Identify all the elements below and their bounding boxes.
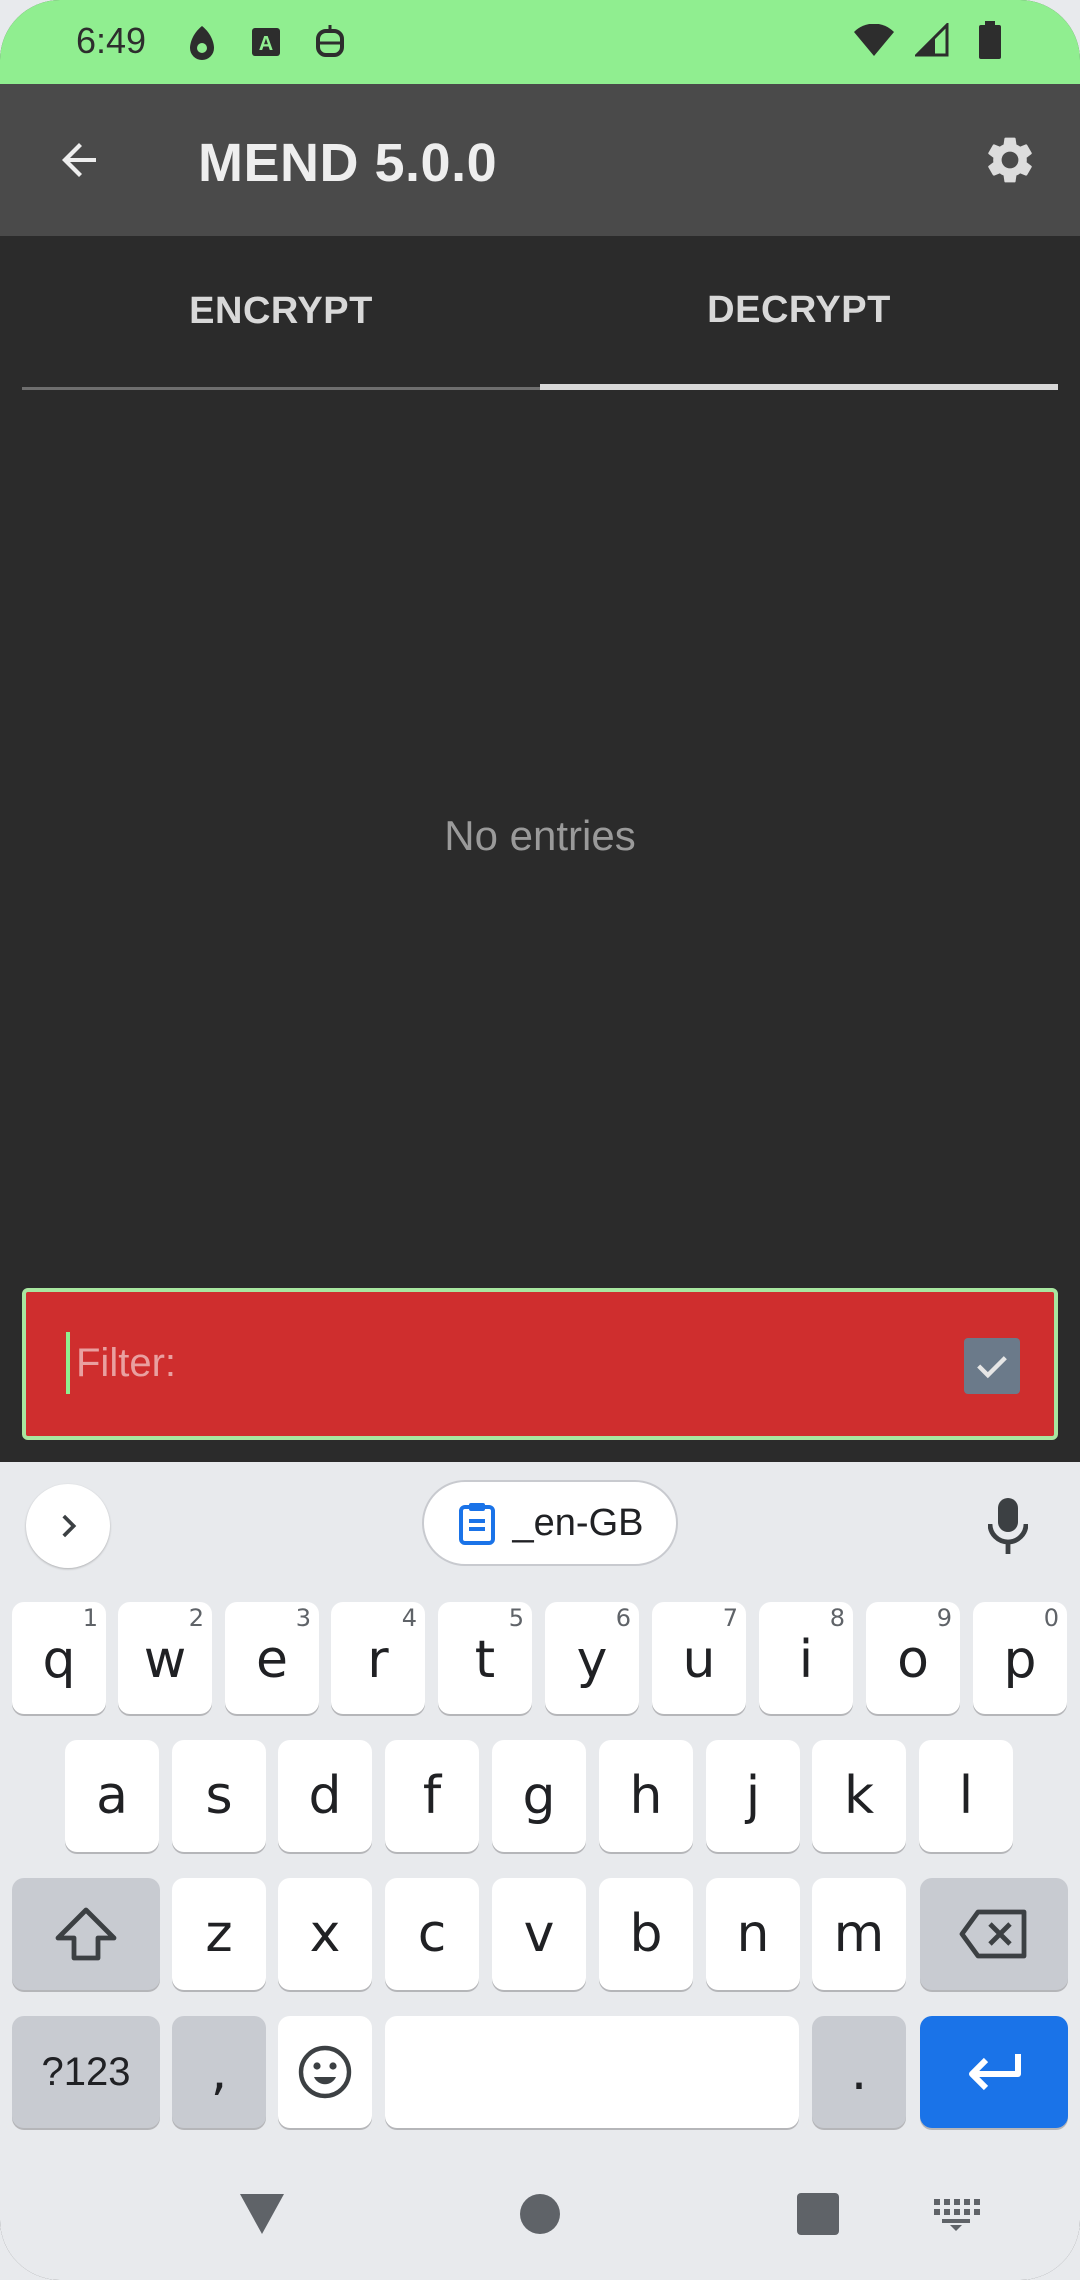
status-time: 6:49 (76, 20, 147, 61)
svg-text:A: A (259, 33, 273, 55)
key-f[interactable]: f (385, 1740, 479, 1852)
tab-bar: ENCRYPT DECRYPT (22, 236, 1058, 390)
period-key[interactable]: . (812, 2016, 906, 2128)
keyboard-switch-icon (934, 2199, 980, 2231)
key-q[interactable]: q1 (12, 1602, 106, 1714)
key-i[interactable]: i8 (759, 1602, 853, 1714)
key-r[interactable]: r4 (331, 1602, 425, 1714)
shift-arrow-icon (55, 1907, 117, 1961)
emoji-smiley-icon (298, 2045, 352, 2099)
filter-bar (22, 1288, 1058, 1440)
phone-screen: 6:49 A MEND 5.0.0 ENCRYPT DECRYPT No ent… (0, 0, 1080, 2280)
key-y[interactable]: y6 (545, 1602, 639, 1714)
text-a-icon: A (246, 22, 286, 62)
voice-input-button[interactable] (966, 1484, 1050, 1568)
key-s[interactable]: s (172, 1740, 266, 1852)
app-title: MEND 5.0.0 (198, 133, 498, 193)
status-icons-right (854, 20, 1010, 60)
key-u[interactable]: u7 (652, 1602, 746, 1714)
nav-home-button[interactable] (500, 2174, 580, 2254)
key-j[interactable]: j (706, 1740, 800, 1852)
check-icon (977, 1356, 1007, 1379)
key-k[interactable]: k (812, 1740, 906, 1852)
nav-back-button[interactable] (222, 2174, 302, 2254)
key-m[interactable]: m (812, 1878, 906, 1990)
clipboard-icon (458, 1503, 495, 1545)
status-icons-left: A (182, 22, 350, 62)
key-p[interactable]: p0 (973, 1602, 1067, 1714)
battery-icon (970, 20, 1010, 60)
status-bar: 6:49 A (0, 0, 1080, 84)
space-key[interactable] (385, 2016, 799, 2128)
key-t[interactable]: t5 (438, 1602, 532, 1714)
key-b[interactable]: b (599, 1878, 693, 1990)
notification-dot-icon (182, 22, 222, 62)
navigation-bar (0, 2146, 1080, 2280)
home-circle-icon (520, 2194, 560, 2234)
shift-key[interactable] (12, 1878, 160, 1990)
key-w[interactable]: w2 (118, 1602, 212, 1714)
key-n[interactable]: n (706, 1878, 800, 1990)
gear-icon (988, 137, 1032, 183)
key-z[interactable]: z (172, 1878, 266, 1990)
empty-state-message: No entries (444, 812, 636, 859)
tab-decrypt[interactable]: DECRYPT (540, 236, 1058, 390)
nav-recents-button[interactable] (778, 2174, 858, 2254)
settings-button[interactable] (970, 120, 1050, 200)
emoji-key[interactable] (278, 2016, 372, 2128)
enter-key[interactable] (920, 2016, 1068, 2128)
clipboard-chip-label: _en-GB (512, 1501, 644, 1544)
comma-key[interactable]: , (172, 2016, 266, 2128)
key-c[interactable]: c (385, 1878, 479, 1990)
key-o[interactable]: o9 (866, 1602, 960, 1714)
filter-input[interactable] (66, 1332, 946, 1394)
chevron-right-icon (62, 1514, 77, 1538)
symbols-key[interactable]: ?123 (12, 2016, 160, 2128)
cell-signal-icon (912, 20, 952, 60)
key-x[interactable]: x (278, 1878, 372, 1990)
back-triangle-icon (240, 2194, 284, 2234)
key-l[interactable]: l (919, 1740, 1013, 1852)
key-v[interactable]: v (492, 1878, 586, 1990)
key-a[interactable]: a (65, 1740, 159, 1852)
arrow-back-icon (62, 143, 96, 177)
key-g[interactable]: g (492, 1740, 586, 1852)
enter-arrow-icon (969, 2054, 1021, 2091)
recents-square-icon (797, 2193, 839, 2235)
filter-checkbox[interactable] (964, 1338, 1020, 1394)
app-bar: MEND 5.0.0 (0, 84, 1080, 236)
backspace-icon (959, 1909, 1027, 1959)
key-d[interactable]: d (278, 1740, 372, 1852)
clipboard-suggestion-chip[interactable]: _en-GB (422, 1480, 678, 1566)
backspace-key[interactable] (920, 1878, 1068, 1990)
key-e[interactable]: e3 (225, 1602, 319, 1714)
keyboard-expand-button[interactable] (26, 1484, 110, 1568)
wifi-icon (854, 20, 894, 60)
key-h[interactable]: h (599, 1740, 693, 1852)
tab-encrypt[interactable]: ENCRYPT (22, 236, 540, 390)
keyboard-toolbar: _en-GB (0, 1462, 1080, 1586)
microphone-icon (988, 1498, 1028, 1554)
robot-face-icon (310, 22, 350, 62)
back-button[interactable] (40, 120, 120, 200)
keyboard-switch-button[interactable] (916, 2174, 996, 2254)
